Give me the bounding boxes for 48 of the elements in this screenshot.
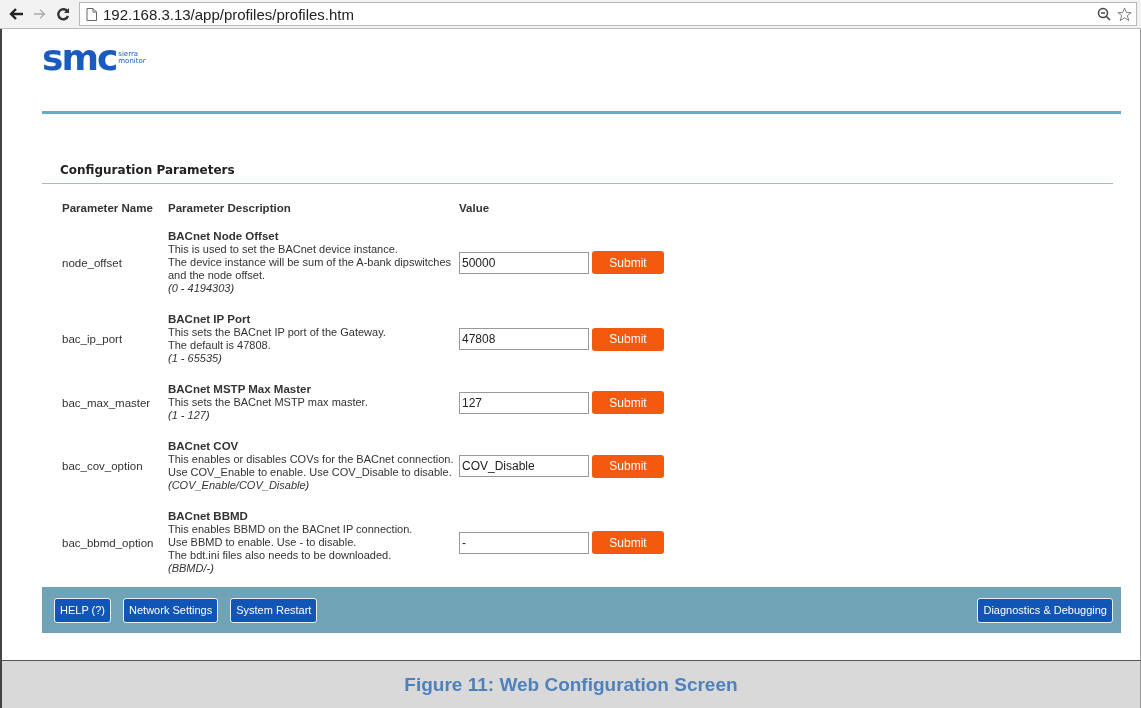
description-line: This sets the BACnet IP port of the Gateway. — [168, 326, 387, 339]
description-line: This enables or disables COVs for the BACnet connection. — [168, 453, 455, 466]
parameter-name: node_offset — [61, 256, 123, 269]
column-header: Parameter Description — [168, 202, 292, 214]
reload-icon[interactable] — [56, 7, 70, 21]
parameter-title: BACnet BBMD — [168, 510, 249, 523]
parameter-name: bac_max_master — [61, 396, 152, 409]
description-line: Use COV_Enable to enable. Use COV_Disable to disable. — [168, 466, 453, 479]
description-line: The default is 47808. — [168, 339, 272, 352]
description-line: The bdt.ini files also needs to be downloaded. — [168, 549, 393, 562]
range-text: (BBMD/-) — [168, 562, 215, 575]
value-field[interactable]: 127 — [459, 391, 589, 414]
back-icon[interactable] — [8, 7, 24, 21]
value-field[interactable]: 47808 — [459, 328, 589, 350]
description-line: and the node offset. — [168, 269, 267, 282]
star-icon[interactable] — [1117, 6, 1132, 22]
footer-button[interactable]: Network Settings — [123, 597, 219, 623]
range-text: (COV_Enable/COV_Disable) — [168, 479, 311, 492]
address-bar[interactable]: 192.168.3.13/app/profiles/profiles.htm — [79, 2, 1137, 26]
parameter-name: bac_ip_port — [61, 333, 124, 345]
footer-button[interactable]: Diagnostics & Debugging — [977, 597, 1113, 623]
value-field[interactable]: 50000 — [459, 251, 589, 274]
footer-button[interactable]: System Restart — [230, 597, 318, 623]
description-line: This is used to set the BACnet device instance. — [168, 243, 399, 256]
figure-caption: Figure 11: Web Configuration Screen — [404, 673, 738, 696]
parameter-title: BACnet IP Port — [168, 313, 252, 326]
value-field[interactable]: COV_Disable — [459, 455, 589, 477]
range-text: (1 - 65535) — [168, 352, 223, 365]
range-text: (0 - 4194303) — [168, 282, 236, 295]
description-line: The device instance will be sum of the A-bank dipswitches — [168, 256, 453, 269]
section-title: Configuration Parameters — [60, 163, 236, 177]
description-line: This enables BBMD on the BACnet IP connection. — [168, 523, 414, 536]
description-line: Use BBMD to enable. Use - to disable. — [168, 536, 358, 549]
value-field[interactable]: - — [459, 531, 589, 554]
zoom-out-icon[interactable] — [1097, 7, 1111, 21]
footer-button[interactable]: HELP (?) — [54, 597, 112, 623]
column-header: Value — [459, 202, 491, 214]
parameter-name: bac_cov_option — [61, 460, 144, 472]
parameter-name: bac_bbmd_option — [61, 536, 155, 549]
range-text: (1 - 127) — [168, 409, 211, 422]
description-line: This sets the BACnet MSTP max master. — [168, 396, 369, 409]
page-icon — [86, 7, 97, 21]
logo-mark: smc — [42, 43, 117, 73]
column-header: Parameter Name — [61, 202, 154, 214]
url-text: 192.168.3.13/app/profiles/profiles.htm — [103, 5, 354, 23]
parameter-title: BACnet MSTP Max Master — [168, 383, 312, 396]
parameter-title: BACnet Node Offset — [168, 230, 280, 243]
parameter-title: BACnet COV — [168, 440, 240, 453]
